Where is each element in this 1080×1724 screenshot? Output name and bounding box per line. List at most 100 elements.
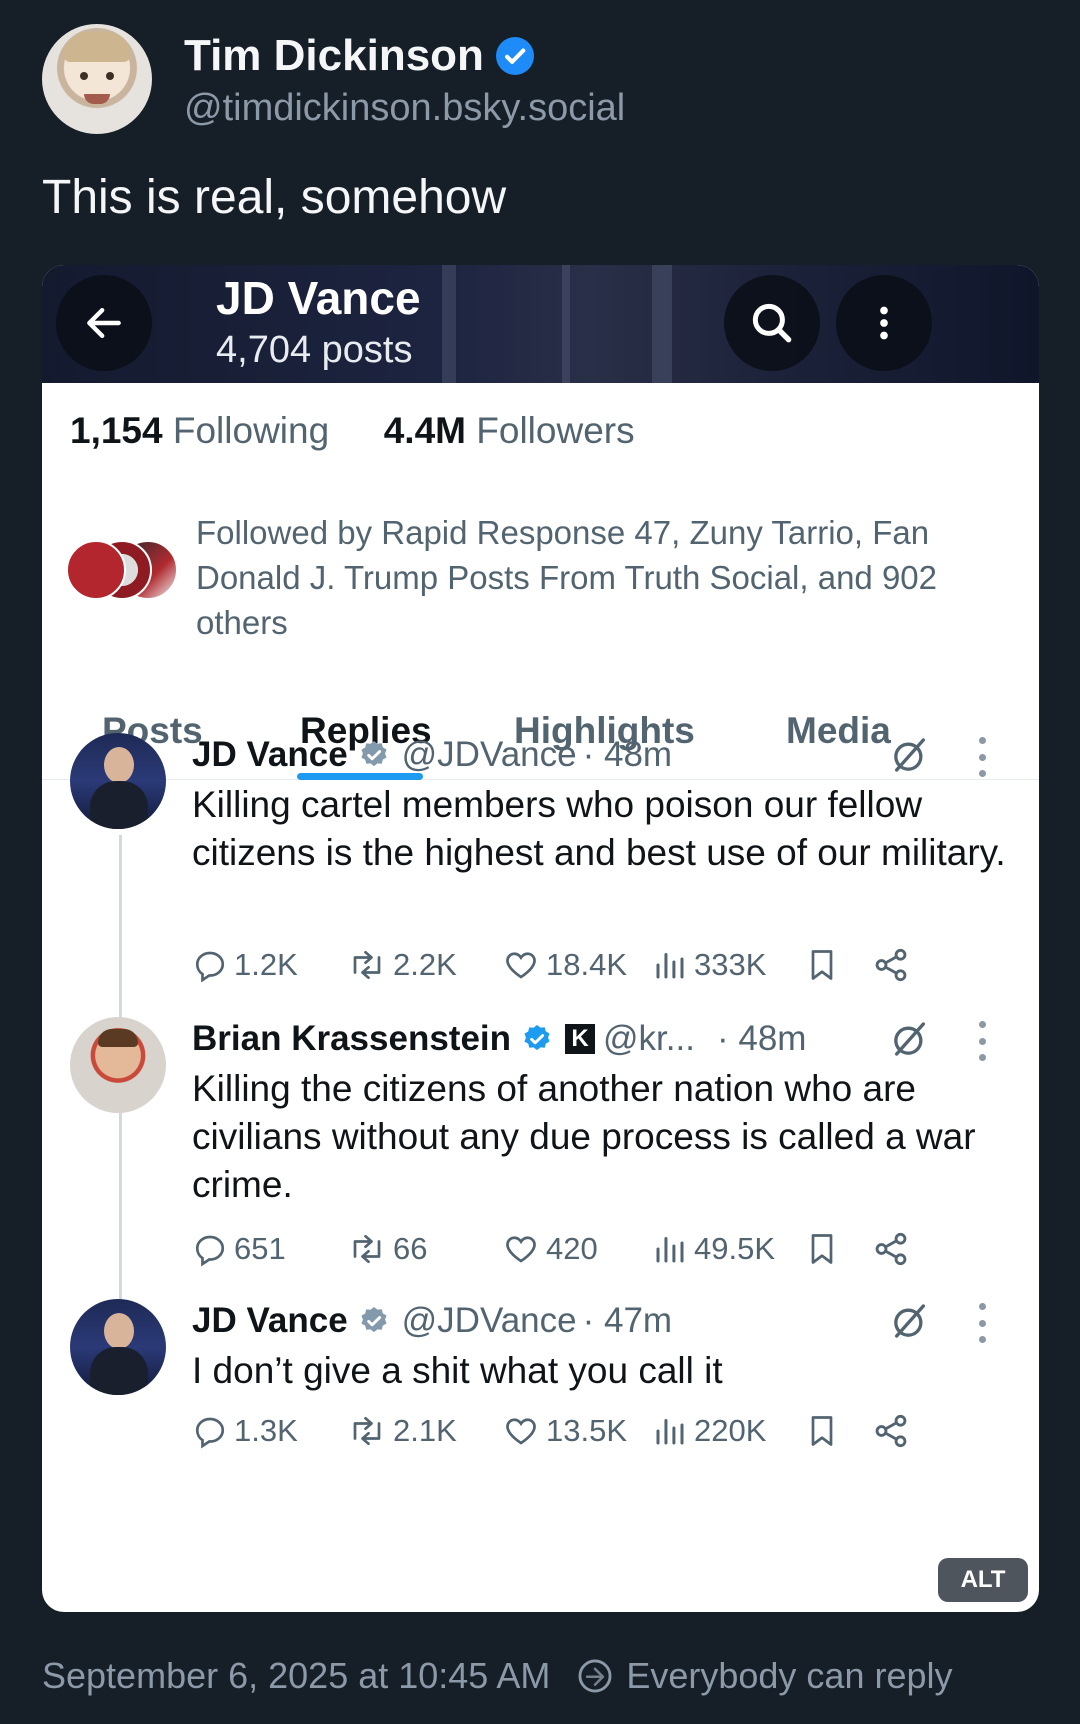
views-button[interactable]: 49.5K (652, 1225, 775, 1273)
reply-setting-text[interactable]: Everybody can reply (626, 1655, 952, 1697)
followers-label: Followers (476, 410, 635, 451)
tweet-more-icon[interactable] (976, 1021, 988, 1061)
share-icon (875, 1414, 907, 1448)
gray-verified-icon (361, 741, 387, 767)
heart-icon (506, 1418, 536, 1445)
like-button[interactable]: 420 (502, 1225, 598, 1273)
profile-post-count: 4,704 posts (216, 329, 413, 371)
repost-count: 2.1K (393, 1413, 457, 1448)
like-button[interactable]: 13.5K (502, 1407, 627, 1455)
like-count: 13.5K (546, 1413, 628, 1448)
view-count: 49.5K (694, 1231, 776, 1266)
tweet-avatar[interactable] (70, 1017, 166, 1113)
repost-icon (353, 950, 381, 980)
search-icon (752, 303, 792, 343)
reply-icon (195, 1417, 225, 1449)
reply-icon (195, 1235, 225, 1267)
tweet-text: Killing cartel members who poison our fe… (192, 784, 1006, 873)
tweet-author-name[interactable]: Brian Krassenstein (192, 1019, 511, 1059)
bookmark-button[interactable] (804, 1407, 846, 1455)
tweet-author-name[interactable]: JD Vance (192, 735, 348, 775)
affiliate-k-icon: K (565, 1024, 596, 1054)
bookmark-button[interactable] (804, 1225, 846, 1273)
reply-count: 1.2K (234, 947, 298, 982)
tweet-time: · 48m (582, 735, 673, 774)
back-arrow-icon (87, 307, 121, 339)
like-count: 420 (546, 1231, 598, 1266)
tweet-actions: 1.3K 2.1K 13.5K 220K (192, 1407, 1022, 1455)
views-chart-icon (656, 1419, 684, 1445)
alt-text-badge[interactable]: ALT (938, 1558, 1028, 1602)
tweet-text: I don’t give a shit what you call it (192, 1350, 723, 1391)
tweet-more-icon[interactable] (976, 1303, 988, 1343)
repost-button[interactable]: 2.2K (347, 941, 457, 989)
repost-icon (353, 1234, 381, 1264)
view-count: 333K (694, 947, 767, 982)
profile-banner: JD Vance 4,704 posts (42, 265, 1039, 383)
reply-icon (195, 951, 225, 983)
verified-badge-icon (495, 36, 534, 75)
author-avatar[interactable] (42, 24, 152, 134)
repost-count: 2.2K (393, 947, 457, 982)
views-button[interactable]: 333K (652, 941, 766, 989)
views-chart-icon (656, 1237, 684, 1263)
share-button[interactable] (872, 1407, 916, 1455)
vertical-ellipsis-icon (880, 306, 888, 340)
reply-settings-icon (578, 1659, 612, 1693)
following-link[interactable]: 1,154 Following (70, 410, 329, 451)
grok-icon[interactable] (890, 1301, 930, 1341)
share-icon (875, 1232, 907, 1266)
bookmark-icon (811, 1416, 833, 1446)
author-display-name-row[interactable]: Tim Dickinson (184, 29, 625, 83)
followed-by[interactable]: Followed by Rapid Response 47, Zuny Tarr… (66, 510, 1006, 650)
post-author[interactable]: Tim Dickinson @timdickinson.bsky.social (42, 24, 625, 134)
repost-button[interactable]: 2.1K (347, 1407, 457, 1455)
following-count: 1,154 (70, 410, 163, 451)
tweet-time: · 48m (716, 1019, 807, 1058)
heart-icon (506, 952, 536, 979)
views-chart-icon (656, 953, 684, 979)
followers-link[interactable]: 4.4M Followers (384, 410, 635, 451)
share-button[interactable] (872, 941, 916, 989)
reply-button[interactable]: 1.2K (192, 941, 298, 989)
reply-count: 1.3K (234, 1413, 298, 1448)
tweet-handle[interactable]: @kr... (603, 1019, 695, 1059)
search-button[interactable] (724, 275, 820, 371)
tweet-handle[interactable]: @JDVance (402, 1301, 577, 1341)
post-footer: September 6, 2025 at 10:45 AM Everybody … (42, 1655, 953, 1697)
like-button[interactable]: 18.4K (502, 941, 627, 989)
tweet-avatar[interactable] (70, 733, 166, 829)
tweet-handle[interactable]: @JDVance (402, 735, 577, 775)
bookmark-icon (811, 1234, 833, 1264)
views-button[interactable]: 220K (652, 1407, 766, 1455)
post-text: This is real, somehow (42, 171, 507, 224)
gray-verified-icon (361, 1307, 387, 1333)
post-timestamp: September 6, 2025 at 10:45 AM (42, 1655, 551, 1696)
reply-button[interactable]: 651 (192, 1225, 286, 1273)
back-button[interactable] (56, 275, 152, 371)
more-options-button[interactable] (836, 275, 932, 371)
bookmark-button[interactable] (804, 941, 846, 989)
share-button[interactable] (872, 1225, 916, 1273)
like-count: 18.4K (546, 947, 628, 982)
tweet-time: · 47m (582, 1301, 673, 1340)
profile-name: JD Vance (216, 272, 421, 324)
tweet-text: Killing the citizens of another nation w… (192, 1068, 976, 1205)
tweet-author-name[interactable]: JD Vance (192, 1301, 348, 1341)
followers-count: 4.4M (383, 410, 466, 451)
heart-icon (506, 1236, 536, 1263)
share-icon (875, 948, 907, 982)
tweet-avatar[interactable] (70, 1299, 166, 1395)
author-handle[interactable]: @timdickinson.bsky.social (184, 87, 625, 130)
author-display-name[interactable]: Tim Dickinson (184, 31, 484, 81)
repost-count: 66 (393, 1231, 428, 1266)
reply-button[interactable]: 1.3K (192, 1407, 298, 1455)
repost-button[interactable]: 66 (347, 1225, 427, 1273)
grok-icon[interactable] (890, 1019, 930, 1059)
tab-media[interactable]: Media (786, 710, 891, 752)
tweet-more-icon[interactable] (976, 737, 988, 777)
repost-icon (353, 1416, 381, 1446)
bookmark-icon (811, 950, 833, 980)
grok-icon[interactable] (890, 735, 930, 775)
embedded-image[interactable]: JD Vance 4,704 posts 1,154 Following 4.4… (42, 265, 1039, 1612)
